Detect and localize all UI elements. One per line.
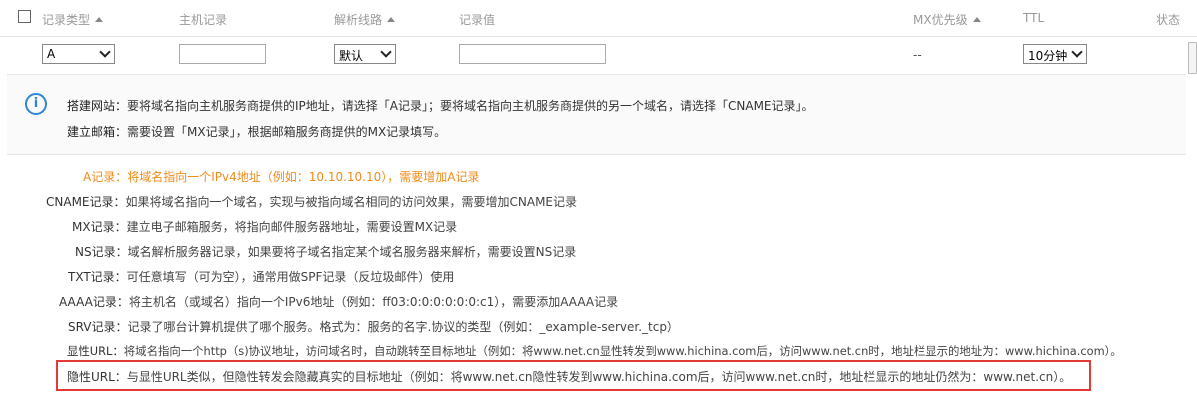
- desc-mx-record: MX记录：建立电子邮箱服务，将指向邮件服务器地址，需要设置MX记录: [72, 218, 457, 235]
- select-all-checkbox[interactable]: [18, 10, 31, 23]
- desc-label: MX记录：: [72, 220, 127, 234]
- header-line[interactable]: 解析线路: [334, 11, 396, 28]
- desc-aaaa-record: AAAA记录：将主机名（或域名）指向一个IPv6地址（例如：ff03:0:0:0…: [59, 293, 618, 310]
- record-value-input[interactable]: [459, 44, 606, 64]
- chevron-down-icon: [99, 46, 111, 58]
- table-header: 记录类型 主机记录 解析线路 记录值 MX优先级 TTL 状态: [0, 0, 1197, 37]
- desc-text: 建立电子邮箱服务，将指向邮件服务器地址，需要设置MX记录: [126, 220, 458, 234]
- desc-txt-record: TXT记录：可任意填写（可为空），通常用做SPF记录（反垃圾邮件）使用: [68, 268, 454, 285]
- desc-label: TXT记录：: [68, 270, 127, 284]
- mx-priority-value: --: [913, 48, 922, 62]
- info-icon: i: [25, 93, 47, 115]
- desc-text: 将域名指向一个http（s)协议地址，访问域名时，自动跳转至目标地址（例如：将w…: [123, 344, 1122, 358]
- tip-mail: 建立邮箱：需要设置「MX记录」，根据邮箱服务商提供的MX记录填写。: [67, 123, 446, 140]
- chevron-down-icon: [1071, 46, 1083, 58]
- sort-up-icon: [972, 17, 981, 22]
- tip-website-text: 要将域名指向主机服务商提供的IP地址，请选择「A记录」；要将域名指向主机服务商提…: [127, 99, 814, 113]
- desc-srv-record: SRV记录：记录了哪台计算机提供了哪个服务。格式为：服务的名字.协议的类型（例如…: [68, 318, 679, 335]
- header-record-type-label: 记录类型: [42, 13, 91, 27]
- host-record-input[interactable]: [179, 44, 266, 64]
- desc-label: CNAME记录：: [46, 195, 126, 209]
- tip-website: 搭建网站：要将域名指向主机服务商提供的IP地址，请选择「A记录」；要将域名指向主…: [67, 97, 814, 114]
- header-record-value: 记录值: [459, 13, 496, 27]
- desc-label: AAAA记录：: [59, 295, 129, 309]
- desc-text: 可任意填写（可为空），通常用做SPF记录（反垃圾邮件）使用: [126, 270, 455, 284]
- desc-text: 将域名指向一个IPv4地址（例如：10.10.10.10），需要增加A记录: [127, 170, 480, 184]
- header-mx-priority[interactable]: MX优先级: [913, 11, 981, 28]
- header-mx-priority-label: MX优先级: [913, 13, 968, 27]
- desc-text: 域名解析服务器记录，如果要将子域名指定某个域名服务器来解析，需要设置NS记录: [127, 245, 577, 259]
- desc-text: 如果将域名指向一个域名，实现与被指向域名相同的访问效果，需要增加CNAME记录: [125, 195, 578, 209]
- desc-label: A记录：: [83, 170, 128, 184]
- scrollbar-thumb[interactable]: [1188, 42, 1197, 74]
- line-select[interactable]: 默认: [334, 44, 396, 64]
- line-value: 默认: [339, 49, 364, 63]
- tip-mail-label: 建立邮箱：: [67, 125, 128, 139]
- desc-ns-record: NS记录：域名解析服务器记录，如果要将子域名指定某个域名服务器来解析，需要设置N…: [75, 243, 576, 260]
- tip-mail-text: 需要设置「MX记录」，根据邮箱服务商提供的MX记录填写。: [127, 125, 447, 139]
- ttl-select[interactable]: 10分钟: [1023, 44, 1087, 64]
- record-type-value: A: [47, 47, 56, 61]
- header-line-label: 解析线路: [334, 13, 383, 27]
- ttl-value: 10分钟: [1028, 49, 1068, 63]
- info-box: [7, 74, 1186, 155]
- desc-label: 显性URL：: [67, 344, 124, 358]
- sort-up-icon: [387, 17, 396, 22]
- highlight-frame: [56, 360, 1091, 391]
- header-host-record: 主机记录: [179, 13, 228, 27]
- header-status: 状态: [1156, 13, 1181, 27]
- desc-label: SRV记录：: [68, 320, 128, 334]
- record-type-select[interactable]: A: [42, 44, 115, 64]
- desc-explicit-url: 显性URL：将域名指向一个http（s)协议地址，访问域名时，自动跳转至目标地址…: [67, 343, 1122, 359]
- chevron-down-icon: [380, 46, 392, 58]
- desc-label: NS记录：: [75, 245, 128, 259]
- desc-text: 记录了哪台计算机提供了哪个服务。格式为：服务的名字.协议的类型（例如：_exam…: [127, 320, 679, 334]
- desc-a-record: A记录：将域名指向一个IPv4地址（例如：10.10.10.10），需要增加A记…: [83, 168, 479, 185]
- sort-up-icon: [95, 17, 104, 22]
- header-record-type[interactable]: 记录类型: [42, 11, 104, 28]
- header-ttl: TTL: [1023, 11, 1045, 25]
- desc-text: 将主机名（或域名）指向一个IPv6地址（例如：ff03:0:0:0:0:0:0:…: [128, 295, 619, 309]
- tip-website-label: 搭建网站：: [67, 99, 128, 113]
- desc-cname-record: CNAME记录：如果将域名指向一个域名，实现与被指向域名相同的访问效果，需要增加…: [46, 193, 577, 210]
